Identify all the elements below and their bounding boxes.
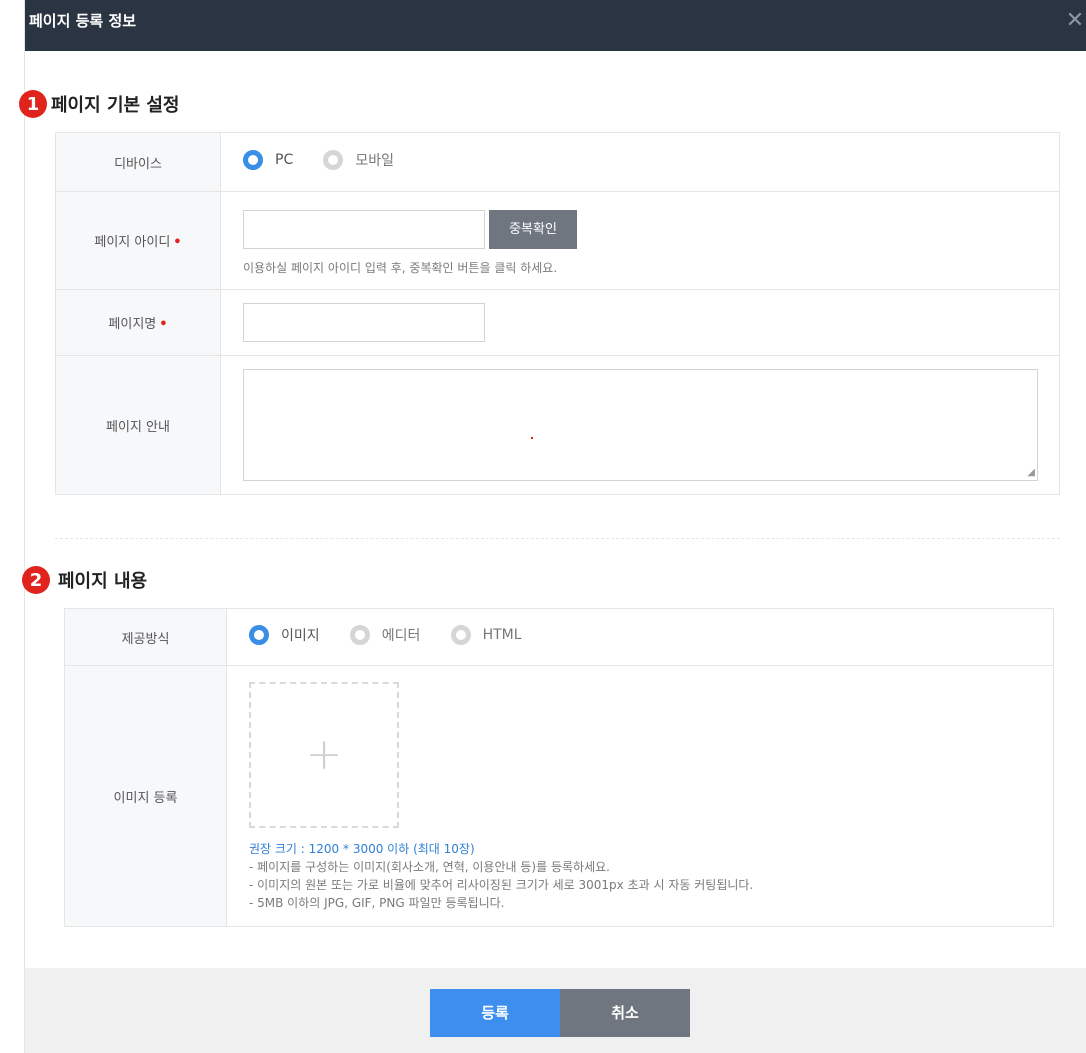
- radio-label: 모바일: [355, 153, 394, 169]
- page-name-label: 페이지명 •: [55, 289, 221, 356]
- section-number-badge: 2: [22, 566, 50, 594]
- section-title: 페이지 내용: [58, 571, 148, 592]
- method-label: 제공방식: [64, 608, 227, 666]
- modal-titlebar: 페이지 등록 정보 ✕: [25, 0, 1086, 51]
- cancel-button[interactable]: 취소: [560, 989, 690, 1037]
- row-page-name: 페이지명 •: [55, 289, 1060, 356]
- device-label: 디바이스: [55, 132, 221, 192]
- page-guide-label: 페이지 안내: [55, 355, 221, 495]
- required-mark: •: [173, 235, 182, 250]
- section-title: 페이지 기본 설정: [51, 95, 180, 116]
- page-id-label: 페이지 아이디 •: [55, 191, 221, 290]
- submit-button[interactable]: 등록: [430, 989, 560, 1037]
- modal-footer: 등록 취소: [25, 968, 1086, 1053]
- section-divider: [55, 538, 1060, 539]
- section-number-badge: 1: [19, 90, 47, 118]
- radio-selected-icon: [249, 625, 269, 645]
- row-image-upload: 이미지 등록 + 권장 크기 : 1200 * 3000 이하 (최대 10장)…: [64, 665, 1054, 927]
- row-page-id: 페이지 아이디 • 중복확인 이용하실 페이지 아이디 입력 후, 중복확인 버튼…: [55, 191, 1060, 290]
- section-header-basic: 1 페이지 기본 설정: [19, 90, 179, 118]
- duplicate-check-button[interactable]: 중복확인: [489, 209, 577, 249]
- recommended-size-text: 권장 크기 : 1200 * 3000 이하 (최대 10장): [249, 841, 475, 856]
- modal-title: 페이지 등록 정보: [29, 12, 137, 30]
- label-text: 페이지 아이디: [94, 235, 171, 250]
- page-id-hint: 이용하실 페이지 아이디 입력 후, 중복확인 버튼을 클릭 하세요.: [243, 260, 558, 275]
- page-content-table: 제공방식 이미지 에디터 HTML 이미지 등록 + 권장 크기 : 1200 …: [64, 608, 1054, 927]
- guide-line: - 이미지의 원본 또는 가로 비율에 맞추어 리사이징된 크기가 세로 300…: [249, 877, 754, 892]
- radio-method-editor[interactable]: 에디터: [349, 625, 421, 645]
- guide-line: - 페이지를 구성하는 이미지(회사소개, 연혁, 이용안내 등)를 등록하세요…: [249, 859, 610, 874]
- radio-selected-icon: [243, 150, 263, 170]
- row-device: 디바이스 PC 모바일: [55, 132, 1060, 192]
- resize-grip-icon[interactable]: ◢: [1027, 468, 1035, 478]
- cursor-mark: [531, 437, 533, 439]
- required-mark: •: [159, 317, 168, 332]
- close-icon[interactable]: ✕: [1065, 8, 1085, 33]
- radio-method-image[interactable]: 이미지: [249, 625, 320, 645]
- page-guide-textarea[interactable]: ◢: [243, 369, 1038, 481]
- radio-unselected-icon: [349, 625, 370, 645]
- radio-label: PC: [275, 152, 294, 168]
- guide-line: - 5MB 이하의 JPG, GIF, PNG 파일만 등록됩니다.: [249, 895, 505, 910]
- radio-device-pc[interactable]: PC: [243, 150, 293, 170]
- basic-settings-table: 디바이스 PC 모바일 페이지 아이디 • 중복확인 이용하실 페이지 아이디 입…: [55, 132, 1060, 495]
- page-id-input[interactable]: [243, 209, 485, 249]
- plus-icon: +: [305, 729, 343, 780]
- image-upload-box[interactable]: +: [249, 681, 399, 828]
- radio-unselected-icon: [323, 150, 344, 170]
- page-name-input[interactable]: [243, 303, 485, 342]
- radio-label: HTML: [482, 627, 522, 643]
- section-header-content: 2 페이지 내용: [22, 566, 147, 594]
- label-text: 페이지명: [108, 317, 157, 332]
- radio-method-html[interactable]: HTML: [450, 625, 522, 645]
- row-method: 제공방식 이미지 에디터 HTML: [64, 608, 1054, 666]
- radio-unselected-icon: [450, 625, 471, 645]
- radio-device-mobile[interactable]: 모바일: [323, 150, 394, 170]
- row-page-guide: 페이지 안내 ◢: [55, 355, 1060, 495]
- radio-label: 에디터: [381, 628, 421, 644]
- page-register-modal: 페이지 등록 정보 ✕ 1 페이지 기본 설정 디바이스 PC 모바일 페이지 …: [19, 0, 1086, 1053]
- radio-label: 이미지: [281, 628, 320, 644]
- image-upload-label: 이미지 등록: [64, 665, 227, 927]
